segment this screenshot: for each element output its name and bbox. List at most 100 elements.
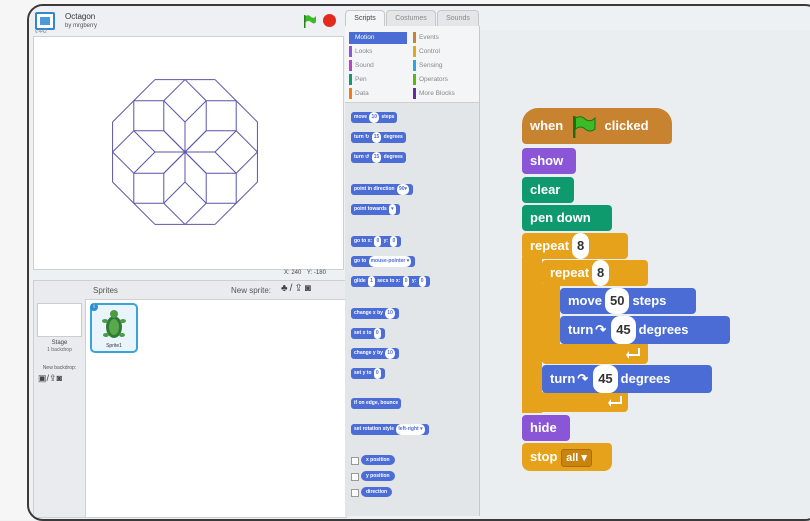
- pen-stroke: [163, 181, 186, 204]
- palette-turn-right-block[interactable]: turn ↻ 15 degrees: [351, 132, 406, 143]
- category-sound[interactable]: Sound: [349, 60, 407, 72]
- script-area[interactable]: when clicked show clear pen down repeat 8…: [480, 30, 810, 519]
- palette-point-direction-block[interactable]: point in direction 90▾: [351, 184, 414, 195]
- camera-icon[interactable]: ◙: [57, 373, 62, 383]
- move-steps-block[interactable]: move 50 steps: [560, 288, 696, 314]
- pen-stroke: [235, 181, 258, 204]
- palette-change-x-block[interactable]: change x by 10: [351, 308, 399, 319]
- sprites-title: Sprites: [93, 286, 118, 295]
- repeat-inner-block[interactable]: repeat 8: [542, 260, 648, 286]
- upload-icon[interactable]: ⇪: [49, 373, 57, 383]
- tab-sounds[interactable]: Sounds: [437, 10, 479, 27]
- category-pen[interactable]: Pen: [349, 74, 407, 86]
- turn-right-icon: ↷: [595, 322, 607, 337]
- tab-costumes[interactable]: Costumes: [386, 10, 436, 27]
- direction-checkbox[interactable]: [351, 489, 359, 497]
- palette-move-block[interactable]: move 10 steps: [351, 112, 398, 123]
- info-icon[interactable]: i: [90, 303, 98, 311]
- category-sensing[interactable]: Sensing: [413, 60, 475, 72]
- green-flag-icon: [572, 115, 596, 138]
- x-position-checkbox[interactable]: [351, 457, 359, 465]
- y-position-checkbox[interactable]: [351, 473, 359, 481]
- category-control[interactable]: Control: [413, 46, 475, 58]
- palette-set-x-block[interactable]: set x to 0: [351, 328, 385, 339]
- green-flag-icon[interactable]: [303, 15, 317, 28]
- project-author[interactable]: by mrgberry: [65, 23, 97, 29]
- palette-x-position-reporter[interactable]: x position: [361, 455, 395, 465]
- new-backdrop-buttons: ▣/⇪◙: [38, 373, 62, 384]
- octagon-drawing: [112, 79, 258, 225]
- scratch-editor-window: v.442 Octagon by mrgberry X: 240 Y: -180…: [27, 4, 810, 521]
- new-backdrop-label: New backdrop:: [42, 365, 77, 371]
- palette-turn-left-block[interactable]: turn ↺ 15 degrees: [351, 152, 406, 163]
- hide-block[interactable]: hide: [522, 415, 570, 441]
- pen-stroke: [184, 151, 207, 174]
- pen-stroke: [184, 130, 207, 153]
- repeat-outer-count[interactable]: 8: [572, 233, 590, 259]
- pen-stroke: [163, 202, 186, 225]
- clear-block[interactable]: clear: [522, 177, 574, 203]
- category-events[interactable]: Events: [413, 32, 475, 44]
- block-palette: Motion Looks Sound Pen Data Events Contr…: [345, 26, 480, 516]
- stage-thumbnail[interactable]: [37, 303, 82, 337]
- pen-stroke: [214, 202, 237, 225]
- category-selector: Motion Looks Sound Pen Data Events Contr…: [345, 26, 479, 103]
- version-label: v.442: [35, 29, 47, 35]
- repeat-inner-count[interactable]: 8: [592, 260, 610, 286]
- image-library-icon[interactable]: ▣: [38, 373, 47, 383]
- turtle-sprite-icon: [102, 310, 126, 338]
- upload-icon[interactable]: ⇪: [294, 283, 304, 294]
- palette-change-y-block[interactable]: change y by 10: [351, 348, 399, 359]
- pen-stroke: [133, 151, 156, 174]
- palette-point-towards-block[interactable]: point towards ▾: [351, 204, 400, 215]
- repeat-outer-arm: [522, 257, 542, 413]
- palette-glide-block[interactable]: glide 1 secs to x: 0 y: 0: [351, 276, 430, 287]
- turn-outer-value[interactable]: 45: [593, 365, 618, 393]
- turn-degrees-inner-block[interactable]: turn ↷ 45 degrees: [560, 316, 730, 344]
- move-steps-value[interactable]: 50: [604, 288, 630, 314]
- sprites-header: Sprites New sprite: ♣/⇪◙: [85, 281, 346, 300]
- palette-rotation-style-block[interactable]: set rotation style left-right ▾: [351, 424, 429, 435]
- camera-icon[interactable]: ◙: [305, 283, 313, 294]
- stage-header: v.442 Octagon by mrgberry: [29, 6, 344, 36]
- category-data[interactable]: Data: [349, 88, 407, 100]
- stop-option-dropdown[interactable]: all ▾: [561, 449, 592, 467]
- pen-stroke: [214, 130, 237, 153]
- pen-stroke: [133, 202, 156, 225]
- turn-degrees-outer-block[interactable]: turn ↷ 45 degrees: [542, 365, 712, 393]
- turn-inner-value[interactable]: 45: [611, 316, 636, 344]
- pen-down-block[interactable]: pen down: [522, 205, 612, 231]
- stop-block[interactable]: stop all ▾: [522, 443, 612, 471]
- turn-right-icon: ↷: [577, 371, 589, 386]
- x-coordinate: X: 240: [284, 270, 302, 276]
- loop-arrow-icon: [626, 348, 640, 359]
- stage-canvas[interactable]: [33, 36, 344, 270]
- tab-scripts[interactable]: Scripts: [345, 10, 385, 27]
- pen-stroke: [235, 130, 258, 153]
- palette-bounce-block[interactable]: if on edge, bounce: [351, 398, 402, 409]
- palette-direction-reporter[interactable]: direction: [361, 487, 393, 497]
- category-more-blocks[interactable]: More Blocks: [413, 88, 475, 100]
- new-sprite-label: New sprite:: [231, 286, 272, 295]
- category-operators[interactable]: Operators: [413, 74, 475, 86]
- palette-y-position-reporter[interactable]: y position: [361, 471, 395, 481]
- sprites-pane: Stage 1 backdrop New backdrop: ▣/⇪◙ Spri…: [33, 280, 347, 518]
- category-looks[interactable]: Looks: [349, 46, 407, 58]
- sprite-thumbnail[interactable]: i Sprite1: [90, 303, 138, 353]
- palette-goto-block[interactable]: go to mouse-pointer ▾: [351, 256, 416, 267]
- project-title[interactable]: Octagon: [65, 12, 95, 21]
- palette-set-y-block[interactable]: set y to 0: [351, 368, 385, 379]
- show-block[interactable]: show: [522, 148, 576, 174]
- pen-stroke: [214, 151, 237, 174]
- category-motion[interactable]: Motion: [349, 32, 407, 44]
- sprite-library-icon[interactable]: ♣: [281, 283, 290, 294]
- pen-stroke: [112, 181, 135, 204]
- pen-stroke: [235, 100, 258, 123]
- stop-icon[interactable]: [323, 14, 336, 27]
- repeat-outer-block[interactable]: repeat 8: [522, 233, 628, 259]
- when-flag-clicked-block[interactable]: when clicked: [522, 108, 672, 144]
- pen-stroke: [214, 79, 237, 102]
- palette-goto-xy-block[interactable]: go to x: 0 y: 0: [351, 236, 402, 247]
- fullscreen-icon[interactable]: [35, 12, 55, 30]
- pen-stroke: [163, 100, 186, 123]
